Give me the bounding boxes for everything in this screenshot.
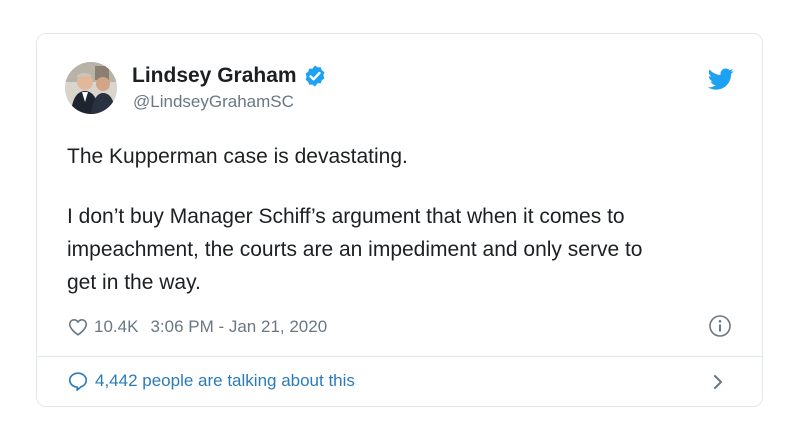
conversation-text[interactable]: 4,442 people are talking about this: [95, 371, 355, 391]
tweet-text: The Kupperman case is devastating. I don…: [67, 140, 727, 299]
profile-photo-image: [65, 62, 117, 114]
conversation-link[interactable]: 4,442 people are talking about this: [67, 370, 355, 392]
embedded-tweet-card: Lindsey Graham @LindseyGrahamSC The Kupp…: [36, 33, 763, 407]
author-name-row[interactable]: Lindsey Graham: [132, 64, 327, 88]
info-icon[interactable]: [708, 314, 732, 338]
tweet-meta-row: 10.4K 3:06 PM - Jan 21, 2020: [67, 316, 327, 338]
footer-divider: [37, 356, 762, 357]
speech-bubble-icon: [68, 372, 88, 391]
tweet-timestamp[interactable]: 3:06 PM - Jan 21, 2020: [150, 317, 327, 337]
heart-icon[interactable]: [67, 316, 89, 338]
author-display-name[interactable]: Lindsey Graham: [132, 64, 297, 88]
tweet-line: I don’t buy Manager Schiff’s argument th…: [67, 205, 625, 228]
avatar[interactable]: [65, 62, 117, 114]
twitter-bird-icon[interactable]: [708, 66, 734, 92]
tweet-line: impeachment, the courts are an impedimen…: [67, 238, 643, 261]
tweet-line: get in the way.: [67, 271, 201, 294]
chevron-right-icon[interactable]: [710, 372, 726, 392]
verified-badge-icon: [305, 65, 324, 87]
tweet-line: The Kupperman case is devastating.: [67, 145, 408, 168]
author-handle[interactable]: @LindseyGrahamSC: [133, 92, 294, 112]
like-count[interactable]: 10.4K: [94, 317, 138, 337]
